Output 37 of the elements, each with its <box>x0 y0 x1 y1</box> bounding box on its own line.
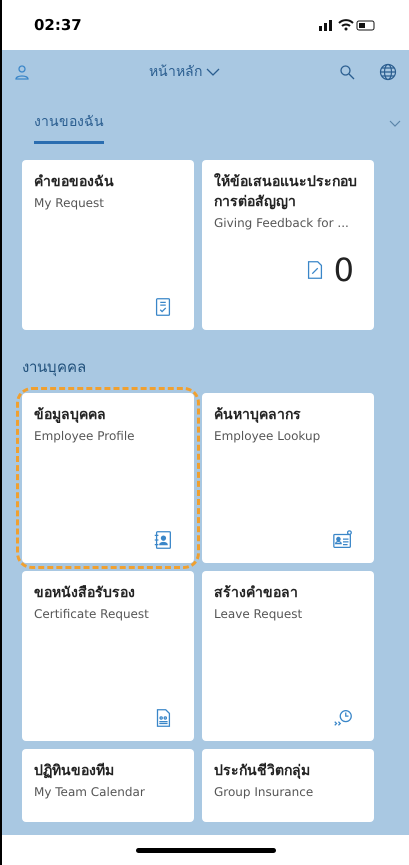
tile-title: ค้นหาบุคลากร <box>214 406 302 424</box>
search-icon[interactable] <box>339 64 355 80</box>
section-tab[interactable]: งานของฉัน <box>34 112 104 144</box>
app-tile[interactable]: ให้ข้อเสนอแนะประกอบการต่อสัญญา Giving Feedback for ... 0 <box>202 160 374 330</box>
app-tile[interactable]: ประกันชีวิตกลุ่ม Group Insurance <box>202 748 374 822</box>
tile-subtitle: Certificate Request <box>34 606 150 622</box>
caret-icon <box>206 68 220 76</box>
app-tile[interactable]: ปฏิทินของทีม My Team Calendar <box>22 748 194 822</box>
app-tile[interactable]: ข้อมูลบุคคล Employee Profile <box>22 392 194 562</box>
group-title: งานบุคคล <box>22 357 87 378</box>
tile-title: ปฏิทินของทีม <box>34 762 115 780</box>
app-tile[interactable]: สร้างคำขอลา Leave Request <box>202 570 374 740</box>
chevron-down-icon[interactable] <box>389 120 401 128</box>
tile-title: ประกันชีวิตกลุ่ม <box>214 762 311 780</box>
tile-title: สร้างคำขอลา <box>214 584 299 602</box>
tile-subtitle: Employee Lookup <box>214 428 322 444</box>
tile-subtitle: Group Insurance <box>214 784 314 800</box>
app-tile[interactable]: ค้นหาบุคลากร Employee Lookup <box>202 392 374 562</box>
tile-subtitle: Employee Profile <box>34 428 136 444</box>
page-title-dropdown[interactable]: หน้าหลัก <box>149 62 220 82</box>
globe-icon[interactable] <box>379 63 397 81</box>
tile-subtitle: Leave Request <box>214 606 304 622</box>
tile-title: ให้ข้อเสนอแนะประกอบการต่อสัญญา <box>214 172 358 212</box>
tile-title: คำขอของฉัน <box>34 173 115 192</box>
tile-subtitle: My Team Calendar <box>34 784 146 800</box>
tile-title: ข้อมูลบุคคล <box>34 406 107 424</box>
status-icons <box>319 18 377 32</box>
tile-subtitle: Giving Feedback for ... <box>214 215 350 232</box>
id-card-search-icon <box>332 528 354 550</box>
tile-title: ขอหนังสือรับรอง <box>34 584 136 602</box>
app-tile[interactable]: ขอหนังสือรับรอง Certificate Request <box>22 570 194 740</box>
tile-subtitle: My Request <box>34 195 106 212</box>
app-tile[interactable]: คำขอของฉัน My Request <box>22 160 194 330</box>
address-book-icon <box>152 528 174 550</box>
status-time: 02:37 <box>34 14 82 36</box>
tile-count: 0 <box>334 254 354 286</box>
user-icon[interactable] <box>14 64 30 80</box>
